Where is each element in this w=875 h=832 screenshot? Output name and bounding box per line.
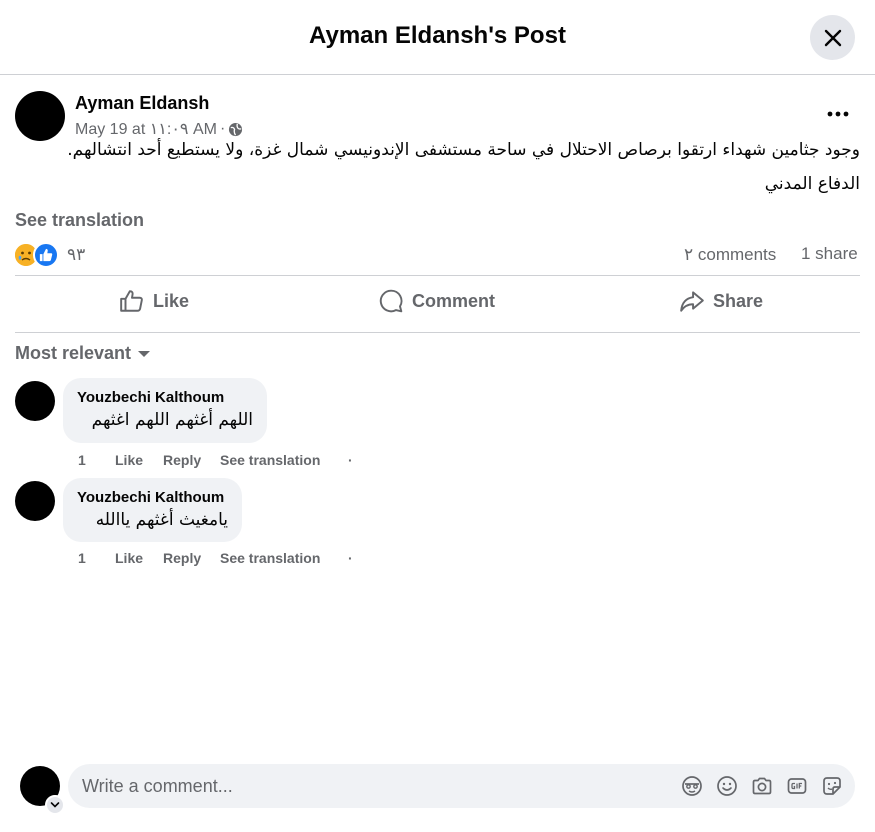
like-icon [120, 290, 143, 312]
comment-bubble: Youzbechi Kalthoum يامغيث أغثهم ياالله [63, 478, 242, 542]
close-button[interactable] [810, 15, 855, 60]
like-reaction-icon [33, 242, 59, 268]
post-timestamp[interactable]: May 19 at ١١:٠٩ AM [75, 119, 217, 139]
share-label: Share [713, 290, 764, 311]
dialog-title: Ayman Eldansh's Post [309, 22, 566, 49]
comments-count[interactable]: ٢ comments [684, 243, 784, 267]
like-label: Like [153, 290, 190, 311]
reactions-summary[interactable]: ٩٣ [13, 242, 86, 268]
post-text-line-1: وجود جثامين شهداء ارتقوا برصاص الاحتلال … [67, 140, 860, 160]
emoji-icon [717, 776, 737, 796]
comment-input[interactable]: Write a comment... [82, 776, 233, 797]
divider [15, 275, 860, 276]
sort-label: Most relevant [15, 343, 132, 363]
comment-icon [379, 289, 403, 313]
more-dots-icon [827, 111, 849, 117]
see-translation-link[interactable]: See translation [15, 210, 144, 231]
comment-see-translation[interactable]: See translation [220, 452, 320, 468]
comment-reply-button[interactable]: Reply [163, 452, 201, 468]
globe-icon [229, 122, 243, 136]
comment-text: اللهم أغثهم اللهم اغثهم [91, 410, 253, 430]
comment-time[interactable]: 1 [78, 452, 86, 468]
post-meta: May 19 at ١١:٠٩ AM · [75, 119, 243, 139]
emoji-button[interactable] [715, 774, 739, 798]
sticker-icon [823, 777, 841, 795]
shares-count[interactable]: 1 share [801, 244, 858, 264]
reaction-count: ٩٣ [67, 245, 86, 264]
gif-button[interactable] [785, 774, 809, 798]
sticker-button[interactable] [820, 774, 844, 798]
comment-dot: · [348, 452, 353, 468]
photo-button[interactable] [750, 774, 774, 798]
comment-reply-button[interactable]: Reply [163, 550, 201, 566]
post-text-line-2: الدفاع المدني [764, 174, 860, 194]
divider [15, 332, 860, 333]
share-button[interactable]: Share [679, 284, 763, 318]
comment-bubble: Youzbechi Kalthoum اللهم أغثهم اللهم اغث… [63, 378, 267, 443]
commenter-avatar[interactable] [15, 381, 55, 421]
comment-author[interactable]: Youzbechi Kalthoum [77, 389, 224, 406]
gif-icon [787, 778, 807, 794]
meta-separator: · [219, 120, 226, 137]
comment-see-translation[interactable]: See translation [220, 550, 320, 566]
more-options-button[interactable] [822, 100, 854, 128]
comment-like-button[interactable]: Like [115, 452, 143, 468]
camera-icon [752, 777, 772, 795]
comment-time[interactable]: 1 [78, 550, 86, 566]
author-avatar[interactable] [15, 91, 65, 141]
comment-button[interactable]: Comment [378, 284, 495, 318]
dialog-header: Ayman Eldansh's Post [0, 0, 875, 75]
comment-dot: · [348, 550, 353, 566]
share-icon [680, 291, 704, 312]
comment-composer[interactable]: Write a comment... [68, 764, 855, 808]
author-name[interactable]: Ayman Eldansh [75, 93, 209, 114]
close-icon [824, 29, 841, 46]
caret-down-icon [138, 350, 151, 357]
account-switch-button[interactable] [45, 795, 65, 815]
commenter-avatar[interactable] [15, 481, 55, 521]
comment-author[interactable]: Youzbechi Kalthoum [77, 489, 224, 506]
comment-label: Comment [412, 290, 496, 311]
comment-text: يامغيث أغثهم ياالله [95, 510, 228, 530]
like-button[interactable]: Like [119, 284, 189, 318]
comment-sort-dropdown[interactable]: Most relevant [15, 343, 151, 364]
avatar-sticker-icon [682, 776, 702, 796]
comment-like-button[interactable]: Like [115, 550, 143, 566]
avatar-sticker-button[interactable] [680, 774, 704, 798]
chevron-down-icon [50, 802, 60, 808]
